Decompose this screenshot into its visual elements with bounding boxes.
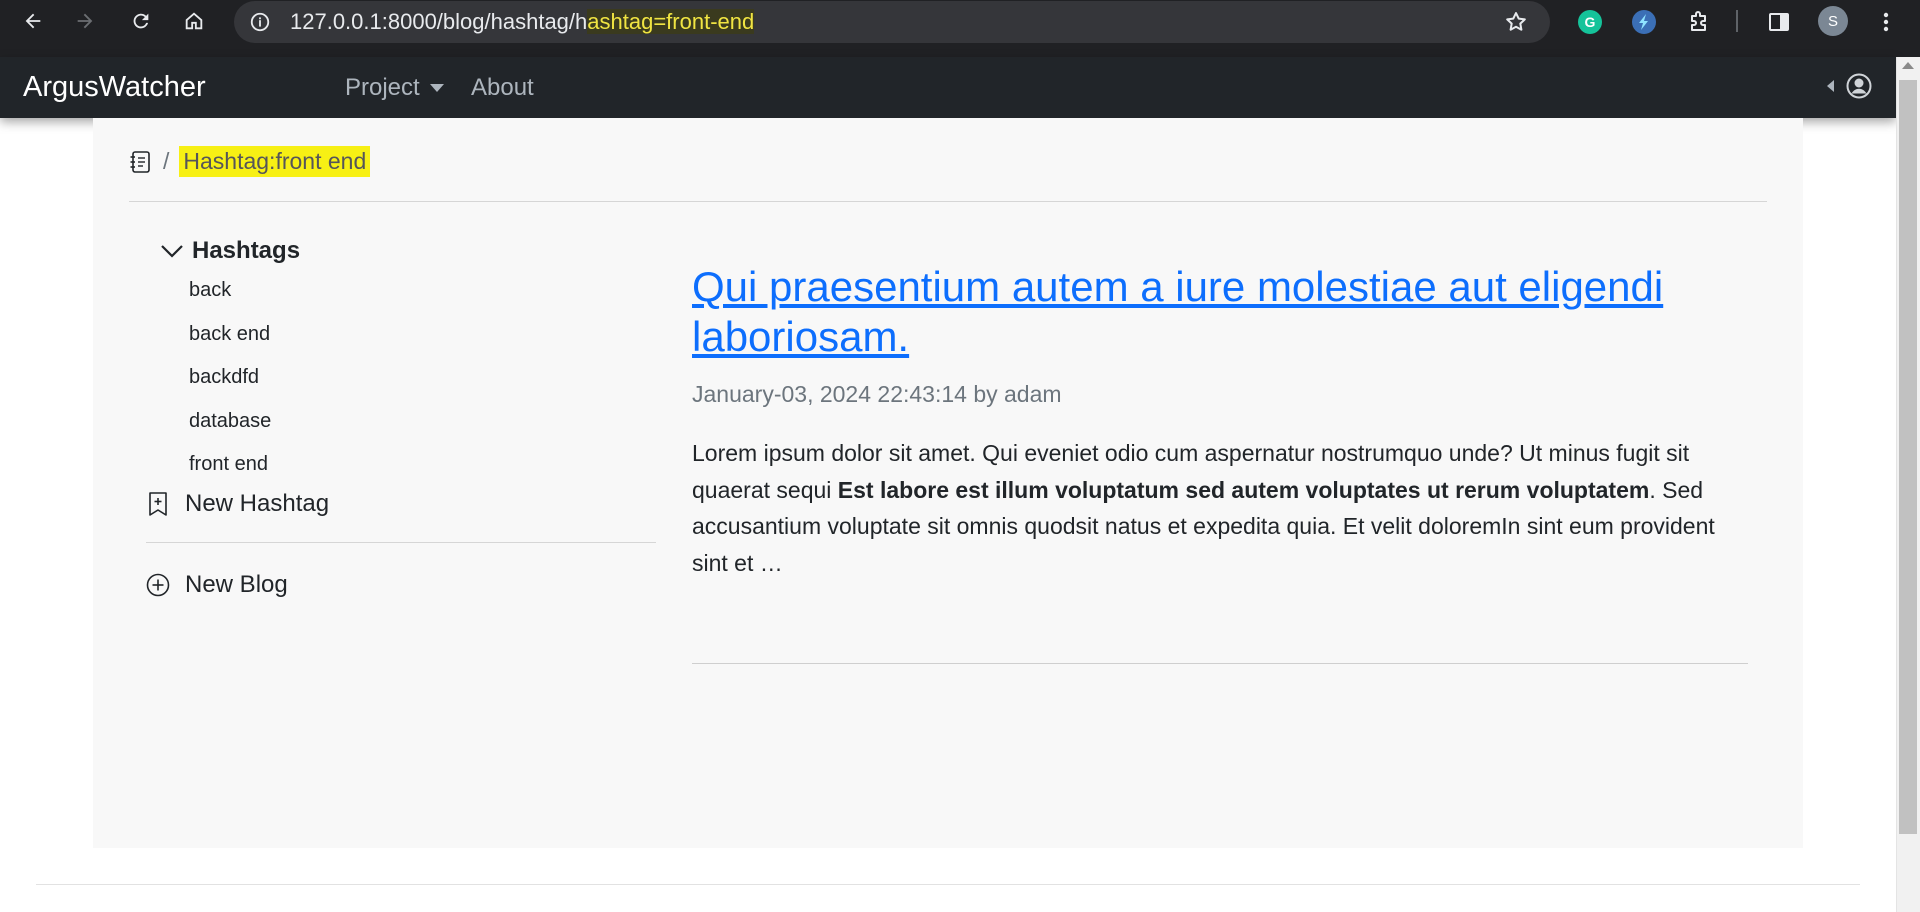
hashtag-item-backdfd[interactable]: backdfd — [189, 359, 656, 403]
header-divider — [129, 201, 1767, 202]
post-excerpt: Lorem ipsum dolor sit amet. Qui eveniet … — [692, 435, 1748, 581]
bookmark-plus-icon — [146, 491, 170, 517]
url-highlight: ashtag=front-end — [587, 9, 755, 34]
site-navbar: ArgusWatcher Project About — [0, 57, 1896, 118]
chevron-down-icon — [161, 245, 183, 258]
nav-about-label: About — [471, 74, 534, 101]
nav-project-label: Project — [345, 74, 420, 101]
url-plain: 127.0.0.1:8000/blog/hashtag/h — [290, 9, 588, 34]
new-blog-label: New Blog — [185, 570, 288, 598]
home-icon[interactable] — [180, 7, 208, 35]
journal-icon[interactable] — [129, 150, 151, 174]
back-arrow-icon[interactable] — [19, 7, 47, 35]
nav-project-dropdown[interactable]: Project — [345, 74, 444, 102]
sidebar-divider — [146, 541, 656, 543]
hashtags-toggle[interactable]: Hashtags — [146, 232, 656, 270]
caret-down-icon — [429, 84, 444, 92]
toolbar-divider — [1736, 10, 1738, 32]
hashtag-item-back-end[interactable]: back end — [189, 316, 656, 360]
post-excerpt-bold: Est labore est illum voluptatum sed aute… — [837, 476, 1650, 503]
breadcrumb-current: Hashtag:front end — [179, 146, 371, 177]
forward-arrow-icon[interactable] — [71, 7, 99, 35]
new-hashtag-button[interactable]: New Hashtag — [146, 490, 656, 518]
user-circle-icon — [1846, 73, 1872, 99]
breadcrumb: / Hashtag:front end — [129, 146, 371, 177]
plus-circle-icon — [146, 573, 170, 597]
browser-toolbar: 127.0.0.1:8000/blog/hashtag/hashtag=fron… — [0, 0, 1920, 57]
scrollbar-thumb[interactable] — [1899, 80, 1917, 834]
address-bar[interactable]: 127.0.0.1:8000/blog/hashtag/hashtag=fron… — [234, 1, 1550, 43]
hashtag-item-back[interactable]: back — [189, 272, 656, 316]
svg-text:G: G — [1585, 14, 1596, 30]
url-text[interactable]: 127.0.0.1:8000/blog/hashtag/hashtag=fron… — [290, 9, 755, 34]
nav-about-link[interactable]: About — [471, 74, 534, 102]
hashtag-item-front-end[interactable]: front end — [189, 446, 656, 490]
post-title-link[interactable]: Qui praesentium autem a iure molestiae a… — [692, 262, 1748, 362]
blog-post-preview: Qui praesentium autem a iure molestiae a… — [692, 262, 1748, 581]
grammarly-extension-icon[interactable]: G — [1576, 8, 1604, 36]
new-blog-button[interactable]: New Blog — [146, 571, 656, 599]
hashtags-title: Hashtags — [192, 237, 301, 264]
hashtag-item-database[interactable]: database — [189, 403, 656, 447]
sidebar: Hashtags back back end backdfd database … — [146, 232, 656, 599]
profile-avatar[interactable]: S — [1818, 6, 1848, 36]
bookmark-star-icon[interactable] — [1504, 10, 1528, 34]
hashtag-list: back back end backdfd database front end — [189, 272, 656, 490]
reload-icon[interactable] — [127, 7, 155, 35]
post-divider — [692, 663, 1748, 664]
user-menu-toggle[interactable] — [1827, 73, 1872, 99]
breadcrumb-separator: / — [163, 148, 170, 174]
site-info-icon[interactable] — [248, 10, 272, 34]
brand-logo[interactable]: ArgusWatcher — [23, 71, 206, 104]
post-meta: January-03, 2024 22:43:14 by adam — [692, 381, 1062, 407]
more-menu-icon[interactable] — [1872, 8, 1900, 36]
new-hashtag-label: New Hashtag — [185, 489, 330, 517]
extensions-puzzle-icon[interactable] — [1685, 8, 1713, 36]
side-panel-icon[interactable] — [1765, 8, 1793, 36]
scroll-up-arrow-icon[interactable] — [1902, 62, 1914, 69]
lightning-extension-icon[interactable] — [1630, 8, 1658, 36]
caret-left-icon — [1827, 80, 1834, 92]
footer-divider — [36, 884, 1860, 885]
